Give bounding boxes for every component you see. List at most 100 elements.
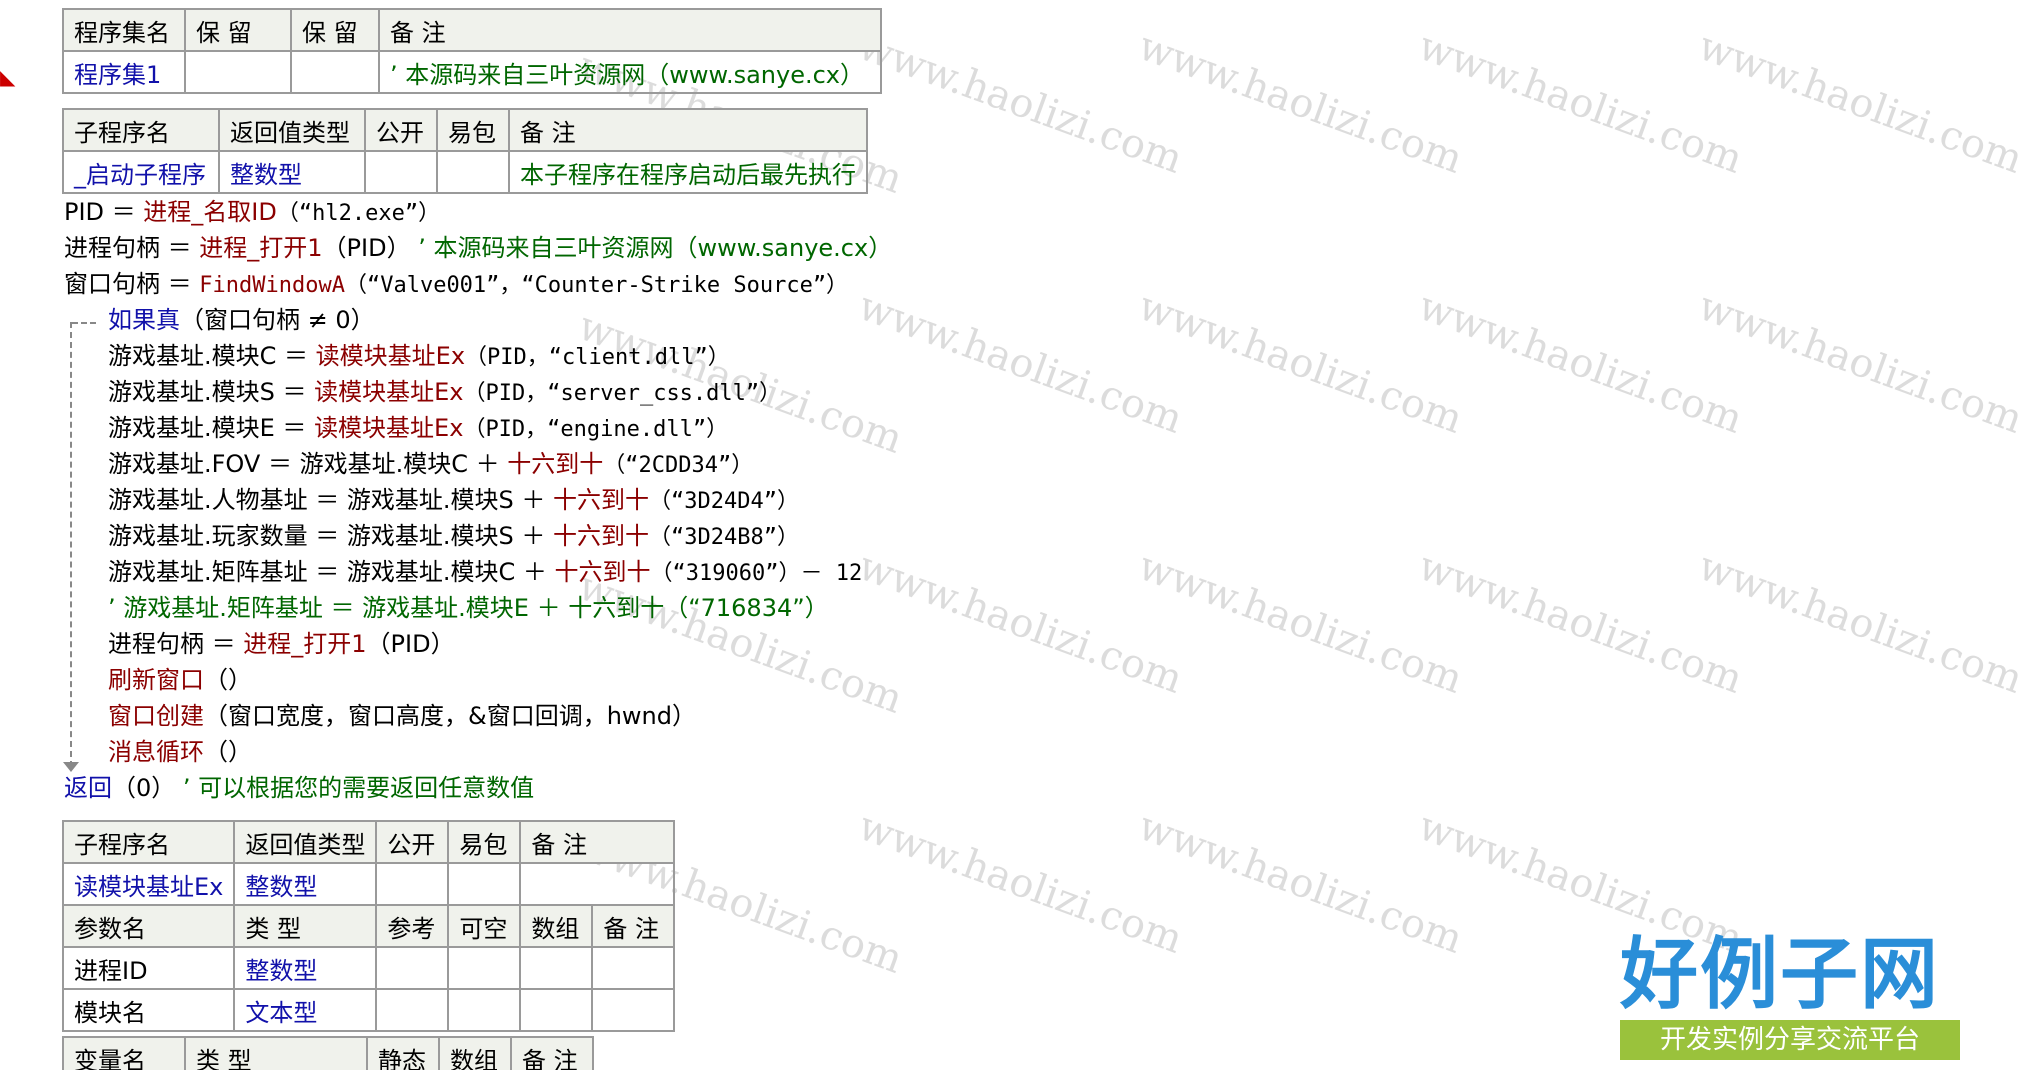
code-args: （“hl2.exe”）	[276, 201, 441, 226]
table-cell[interactable]	[375, 988, 450, 1032]
code-comment: ’ 本源码来自三叶资源网（www.sanye.cx）	[418, 234, 893, 262]
table-cell[interactable]: 整数型	[233, 862, 378, 906]
code-comment: ’ 游戏基址.矩阵基址 ＝ 游戏基址.模块E ＋ 十六到十（“716834”）	[108, 594, 829, 622]
code-line[interactable]: ’ 游戏基址.矩阵基址 ＝ 游戏基址.模块E ＋ 十六到十（“716834”）	[108, 590, 829, 626]
watermark: www.haolizi.com	[1412, 283, 1749, 443]
table-row[interactable]: 程序集1 ’ 本源码来自三叶资源网（www.sanye.cx）	[62, 50, 882, 94]
table-cell[interactable]: 读模块基址Ex	[61, 862, 236, 906]
table-header-row: 程序集名 保 留 保 留 备 注	[62, 8, 882, 52]
code-text: 窗口句柄 ＝	[64, 270, 200, 298]
code-line[interactable]: 如果真（窗口句柄 ≠ 0）	[108, 302, 375, 338]
table-cell[interactable]: 整数型	[233, 946, 378, 990]
watermark: www.haolizi.com	[1692, 283, 2026, 443]
table-cell[interactable]	[519, 988, 594, 1032]
code-args: （）	[204, 666, 252, 694]
table-header-cell: 备 注	[519, 820, 676, 864]
subroutine-table: 子程序名 返回值类型 公开 易包 备 注 读模块基址Ex 整数型 参数名 类 型…	[61, 820, 676, 1032]
subroutine-table: 子程序名 返回值类型 公开 易包 备 注 _启动子程序 整数型 本子程序在程序启…	[62, 108, 868, 194]
code-function: 读模块基址Ex	[314, 414, 464, 442]
table-cell[interactable]	[447, 862, 522, 906]
code-args: （）	[204, 738, 252, 766]
code-text: 游戏基址.人物基址 ＝ 游戏基址.模块S ＋	[108, 486, 554, 514]
table-cell[interactable]: 整数型	[218, 150, 366, 194]
table-cell[interactable]	[184, 50, 292, 94]
table-cell[interactable]	[591, 988, 676, 1032]
watermark: www.haolizi.com	[852, 23, 1189, 183]
table-row[interactable]: 进程ID 整数型	[61, 946, 676, 990]
code-text: 进程句柄 ＝	[108, 630, 244, 658]
code-comment: ’ 可以根据您的需要返回任意数值	[182, 774, 535, 802]
code-line[interactable]: 消息循环（）	[108, 734, 252, 770]
table-cell[interactable]: 程序集1	[62, 50, 186, 94]
code-line[interactable]: 游戏基址.人物基址 ＝ 游戏基址.模块S ＋ 十六到十（“3D24D4”）	[108, 482, 799, 520]
code-function: 刷新窗口	[108, 666, 204, 694]
table-cell[interactable]	[364, 150, 438, 194]
table-row[interactable]: _启动子程序 整数型 本子程序在程序启动后最先执行	[62, 150, 868, 194]
watermark: www.haolizi.com	[1132, 803, 1469, 963]
logo-subtitle: 开发实例分享交流平台	[1620, 1020, 1960, 1060]
table-row[interactable]: 模块名 文本型	[61, 988, 676, 1032]
table-cell[interactable]	[290, 50, 380, 94]
code-function: 进程_打开1	[243, 630, 367, 658]
assembly-table: 程序集名 保 留 保 留 备 注 程序集1 ’ 本源码来自三叶资源网（www.s…	[62, 8, 882, 94]
table-header-cell: 返回值类型	[218, 108, 366, 152]
code-line[interactable]: 游戏基址.模块E ＝ 读模块基址Ex（PID，“engine.dll”）	[108, 410, 728, 448]
code-line[interactable]: 刷新窗口（）	[108, 662, 252, 698]
table-row[interactable]: 读模块基址Ex 整数型	[61, 862, 676, 906]
table-header-cell: 备 注	[378, 8, 882, 52]
table-header-cell: 备 注	[510, 1036, 594, 1070]
table-header-cell: 易包	[447, 820, 522, 864]
table-cell[interactable]	[447, 946, 522, 990]
table-header-row: 子程序名 返回值类型 公开 易包 备 注	[61, 820, 676, 864]
code-args: （PID）	[366, 630, 455, 658]
table-cell[interactable]	[436, 150, 510, 194]
watermark: www.haolizi.com	[852, 803, 1189, 963]
code-text: 游戏基址.矩阵基址 ＝ 游戏基址.模块C ＋	[108, 558, 555, 586]
code-line[interactable]: 游戏基址.玩家数量 ＝ 游戏基址.模块S ＋ 十六到十（“3D24B8”）	[108, 518, 799, 556]
code-function: 进程_打开1	[199, 234, 323, 262]
watermark: www.haolizi.com	[1132, 23, 1469, 183]
code-line[interactable]: 窗口创建（窗口宽度，窗口高度，&窗口回调，hwnd）	[108, 698, 696, 734]
code-function: 十六到十	[553, 486, 650, 514]
table-cell[interactable]	[519, 862, 676, 906]
code-line[interactable]: 游戏基址.模块C ＝ 读模块基址Ex（PID，“client.dll”）	[108, 338, 730, 376]
code-line[interactable]: 返回（0） ’ 可以根据您的需要返回任意数值	[64, 770, 534, 806]
code-args: （PID，“server_css.dll”）	[463, 381, 782, 406]
margin-marker-icon: ◣	[0, 65, 16, 89]
table-cell[interactable]	[375, 862, 450, 906]
watermark: www.haolizi.com	[1692, 543, 2026, 703]
site-logo: 好例子网 开发实例分享交流平台	[1620, 930, 2000, 1060]
code-line[interactable]: 进程句柄 ＝ 进程_打开1（PID） ’ 本源码来自三叶资源网（www.sany…	[64, 230, 892, 266]
code-function: 读模块基址Ex	[314, 378, 464, 406]
table-cell[interactable]: 进程ID	[61, 946, 236, 990]
table-header-cell: 静态	[366, 1036, 440, 1070]
code-line[interactable]: 窗口句柄 ＝ FindWindowA（“Valve001”，“Counter-S…	[64, 266, 848, 304]
watermark: www.haolizi.com	[1692, 23, 2026, 183]
table-cell[interactable]: 本子程序在程序启动后最先执行	[508, 150, 868, 194]
code-function: 十六到十	[554, 558, 651, 586]
table-cell[interactable]	[447, 988, 522, 1032]
table-cell[interactable]	[519, 946, 594, 990]
table-header-cell: 子程序名	[62, 108, 220, 152]
table-cell[interactable]: _启动子程序	[62, 150, 220, 194]
code-line[interactable]: PID ＝ 进程_名取ID（“hl2.exe”）	[64, 194, 440, 232]
watermark: www.haolizi.com	[852, 283, 1189, 443]
table-cell[interactable]	[591, 946, 676, 990]
code-line[interactable]: 游戏基址.FOV ＝ 游戏基址.模块C ＋ 十六到十（“2CDD34”）	[108, 446, 753, 484]
table-header-row: 参数名 类 型 参考 可空 数组 备 注	[61, 904, 676, 948]
table-header-cell: 备 注	[591, 904, 676, 948]
logo-title: 好例子网	[1620, 930, 1941, 1020]
table-cell[interactable]: 模块名	[61, 988, 236, 1032]
code-args: （“Valve001”，“Counter-Strike Source”）	[344, 273, 849, 298]
code-function: 进程_名取ID	[143, 198, 277, 226]
code-line[interactable]: 进程句柄 ＝ 进程_打开1（PID）	[108, 626, 455, 662]
code-args: （“319060”）－ 12	[650, 561, 863, 586]
table-cell[interactable]	[375, 946, 450, 990]
watermark: www.haolizi.com	[1132, 543, 1469, 703]
variable-table-clip: 变量名 类 型 静态 数组 备 注	[62, 1036, 622, 1070]
code-line[interactable]: 游戏基址.矩阵基址 ＝ 游戏基址.模块C ＋ 十六到十（“319060”）－ 1…	[108, 554, 862, 592]
block-guide-line	[70, 322, 72, 767]
code-line[interactable]: 游戏基址.模块S ＝ 读模块基址Ex（PID，“server_css.dll”）	[108, 374, 781, 412]
table-cell[interactable]: 文本型	[233, 988, 378, 1032]
table-cell[interactable]: ’ 本源码来自三叶资源网（www.sanye.cx）	[378, 50, 882, 94]
